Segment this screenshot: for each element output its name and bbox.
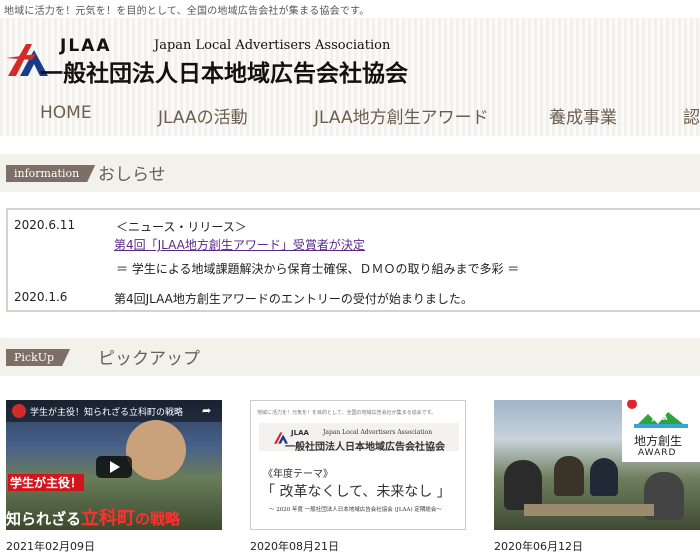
news-date: 2020.6.11 (14, 218, 76, 232)
news-link[interactable]: 第4回「JLAA地方創生アワード」受賞者が決定 (114, 236, 365, 253)
award-sun-icon (627, 400, 637, 409)
caption-big: 知られざる立科町の戦略 (6, 504, 180, 530)
nav-item-certification[interactable]: 認 (683, 103, 700, 128)
award-logo: JLAA 地方創生 AWARD (622, 400, 700, 462)
slide-subtitle: ～ 2020 年度 一般社団法人日本地域広告会社協会 (JLAA) 定期総会～ (269, 507, 442, 513)
information-section-header: information おしらせ (0, 154, 700, 192)
nav-item-award[interactable]: JLAA地方創生アワード (314, 103, 489, 128)
person-portrait (126, 420, 186, 480)
pickup-date: 2020年08月21日 (250, 540, 339, 553)
pickup-title: ピックアップ (98, 349, 200, 369)
play-button[interactable] (96, 456, 132, 478)
nav-item-home[interactable]: HOME (40, 103, 92, 123)
main-nav: HOME JLAAの活動 JLAA地方創生アワード 養成事業 認 (0, 103, 700, 128)
site-logo[interactable]: JLAA Japan Local Advertisers Association… (6, 28, 426, 88)
nav-item-activities[interactable]: JLAAの活動 (158, 103, 248, 128)
slide-tagline: 地域に活力を！元気を！を目的として、全国の地域広告会社が集まる協会です。 (257, 410, 437, 416)
caption-small: 学生が主役！ (8, 474, 85, 491)
person-silhouette (590, 458, 618, 496)
slide-theme: 「 改革なくして、未来なし 」 (261, 484, 451, 500)
caption-big-3: の戦略 (135, 510, 181, 528)
caption-big-2: 立科町 (81, 508, 136, 529)
site-tagline: 地域に活力を！元気を！を目的として、全国の地域広告会社が集まる協会です。 (4, 6, 370, 17)
logo-japanese-name: 一般社団法人日本地域広告会社協会 (40, 61, 408, 87)
award-logo-abbr: JLAA (652, 415, 668, 422)
video-title: 学生が主役！知られざる立科町の戦略 (30, 408, 184, 418)
pickup-card-video[interactable]: 学生が主役！知られざる立科町の戦略 ➦ 学生が主役！ 知られざる立科町の戦略 (6, 400, 222, 530)
share-icon[interactable]: ➦ (202, 404, 211, 417)
channel-avatar-icon (12, 404, 26, 418)
person-silhouette (554, 456, 584, 496)
pickup-card-award[interactable]: JLAA 地方創生 AWARD (494, 400, 700, 530)
information-badge: information (6, 165, 95, 182)
award-title: 地方創生 (634, 434, 683, 448)
pickup-date: 2020年06月12日 (494, 540, 583, 553)
news-summary: ＝ 学生による地域課題解決から保育士確保、ＤＭＯの取り組みまで多彩 ＝ (116, 262, 520, 276)
pickup-date: 2021年02月09日 (6, 540, 95, 553)
pickup-card-meeting[interactable]: 地域に活力を！元気を！を目的として、全国の地域広告会社が集まる協会です。 JLA… (250, 400, 466, 530)
caption-big-1: 知られざる (6, 510, 82, 528)
news-list[interactable]: 2020.6.11 ＜ニュース・リリース＞ 第4回「JLAA地方創生アワード」受… (6, 208, 700, 312)
person-silhouette (504, 460, 542, 510)
pickup-badge: PickUp (6, 349, 70, 366)
table (524, 504, 654, 516)
pickup-section-header: PickUp ピックアップ (0, 338, 700, 376)
information-title: おしらせ (98, 165, 166, 185)
news-heading: ＜ニュース・リリース＞ (116, 220, 247, 234)
nav-item-training[interactable]: 養成事業 (549, 103, 617, 128)
logo-abbr: JLAA (60, 36, 112, 56)
slide-logo-jp: 一般社団法人日本地域広告会社協会 (285, 442, 445, 453)
award-subtitle: AWARD (638, 448, 677, 458)
slide-theme-label: 《年度テーマ》 (263, 469, 333, 480)
play-icon (110, 461, 120, 473)
news-text[interactable]: 第4回JLAA地方創生アワードのエントリーの受付が始まりました。 (114, 290, 473, 307)
slide-logo-abbr: JLAA (291, 429, 309, 437)
slide-logo-en: Japan Local Advertisers Association (323, 429, 433, 436)
logo-english-name: Japan Local Advertisers Association (154, 38, 391, 53)
news-date: 2020.1.6 (14, 290, 68, 304)
